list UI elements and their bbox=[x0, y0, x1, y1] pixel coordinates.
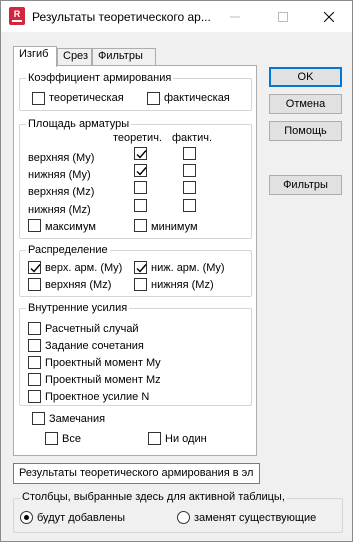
group-title: Коэффициент армирования bbox=[26, 72, 174, 84]
dist-bot-mz-label: нижняя (Mz) bbox=[151, 279, 214, 291]
area-bot-my-theor-checkbox[interactable] bbox=[134, 164, 147, 177]
tab-label: Изгиб bbox=[19, 48, 49, 60]
area-bot-mz-actual-checkbox[interactable] bbox=[183, 199, 196, 212]
tab-panel: Коэффициент армирования теоретическая фа… bbox=[13, 65, 257, 456]
design-moment-my-checkbox[interactable] bbox=[28, 356, 41, 369]
remarks-none-checkbox[interactable] bbox=[148, 432, 161, 445]
combination-label: Задание сочетания bbox=[45, 340, 144, 352]
replace-columns-label: заменят существующие bbox=[194, 512, 317, 524]
maximum-label: максимум bbox=[45, 221, 96, 233]
distribution-group: Распределение верх. арм. (My) ниж. арм. … bbox=[19, 244, 252, 297]
theoretical-checkbox[interactable] bbox=[32, 92, 45, 105]
filters-button[interactable]: Фильтры bbox=[269, 175, 342, 195]
minimum-label: минимум bbox=[151, 221, 198, 233]
reinf-coef-group: Коэффициент армирования теоретическая фа… bbox=[19, 72, 252, 111]
area-bot-my-actual-checkbox[interactable] bbox=[183, 164, 196, 177]
columns-group: Столбцы, выбранные здесь для активной та… bbox=[13, 491, 343, 533]
minimize-button[interactable] bbox=[212, 1, 258, 32]
minimize-icon bbox=[230, 16, 240, 17]
tab-filters[interactable]: Фильтры bbox=[92, 48, 156, 66]
maximum-checkbox[interactable] bbox=[28, 219, 41, 232]
cancel-button[interactable]: Отмена bbox=[269, 94, 342, 114]
group-title: Распределение bbox=[26, 244, 110, 256]
dist-bot-my-checkbox[interactable] bbox=[134, 261, 147, 274]
robot-app-icon: R bbox=[9, 7, 25, 25]
area-top-my-theor-checkbox[interactable] bbox=[134, 147, 147, 160]
tab-label: Фильтры bbox=[98, 50, 143, 62]
maximize-button[interactable] bbox=[260, 1, 306, 32]
title-bar: R Результаты теоретического ар... bbox=[1, 1, 352, 32]
theoretical-label: теоретическая bbox=[49, 92, 124, 104]
design-moment-mz-checkbox[interactable] bbox=[28, 373, 41, 386]
dist-top-my-checkbox[interactable] bbox=[28, 261, 41, 274]
design-moment-my-label: Проектный момент My bbox=[45, 357, 161, 369]
dist-top-my-label: верх. арм. (My) bbox=[45, 262, 123, 274]
group-title: Столбцы, выбранные здесь для активной та… bbox=[20, 491, 287, 503]
replace-columns-radio[interactable] bbox=[177, 511, 190, 524]
combination-checkbox[interactable] bbox=[28, 339, 41, 352]
design-case-label: Расчетный случай bbox=[45, 323, 139, 335]
area-row-label: верхняя (My) bbox=[28, 152, 95, 164]
area-top-my-actual-checkbox[interactable] bbox=[183, 147, 196, 160]
actual-checkbox[interactable] bbox=[147, 92, 160, 105]
area-top-mz-actual-checkbox[interactable] bbox=[183, 181, 196, 194]
remarks-all-label: Все bbox=[62, 433, 81, 445]
design-case-checkbox[interactable] bbox=[28, 322, 41, 335]
add-columns-label: будут добавлены bbox=[37, 512, 126, 524]
dist-top-mz-label: верхняя (Mz) bbox=[45, 279, 112, 291]
tab-shear[interactable]: Срез bbox=[57, 48, 92, 66]
help-button[interactable]: Помощь bbox=[269, 121, 342, 141]
design-force-n-checkbox[interactable] bbox=[28, 390, 41, 403]
area-bot-mz-theor-checkbox[interactable] bbox=[134, 199, 147, 212]
table-name-field[interactable]: Результаты теоретического армирования в … bbox=[13, 463, 260, 484]
internal-forces-group: Внутренние усилия Расчетный случай Задан… bbox=[19, 302, 252, 406]
dist-top-mz-checkbox[interactable] bbox=[28, 278, 41, 291]
remarks-none-label: Ни один bbox=[165, 433, 207, 445]
dialog-window: R Результаты теоретического ар... Изгиб … bbox=[0, 0, 353, 542]
maximize-icon bbox=[278, 11, 288, 22]
close-button[interactable] bbox=[306, 1, 352, 32]
reinf-area-group: Площадь арматуры теоретич. фактич. верхн… bbox=[19, 118, 252, 239]
tab-label: Срез bbox=[63, 50, 88, 62]
remarks-all-checkbox[interactable] bbox=[45, 432, 58, 445]
actual-label: фактическая bbox=[164, 92, 230, 104]
ok-button[interactable]: OK bbox=[269, 67, 342, 87]
design-force-n-label: Проектное усилие N bbox=[45, 391, 150, 403]
area-row-label: верхняя (Mz) bbox=[28, 186, 95, 198]
add-columns-radio[interactable] bbox=[20, 511, 33, 524]
col-actual-header: фактич. bbox=[172, 132, 213, 144]
remarks-label: Замечания bbox=[49, 413, 106, 425]
col-theoretical-header: теоретич. bbox=[113, 132, 162, 144]
dist-bot-mz-checkbox[interactable] bbox=[134, 278, 147, 291]
group-title: Внутренние усилия bbox=[26, 302, 130, 314]
svg-text:R: R bbox=[14, 9, 21, 19]
window-title: Результаты теоретического ар... bbox=[32, 10, 211, 24]
dist-bot-my-label: ниж. арм. (My) bbox=[151, 262, 225, 274]
close-icon bbox=[324, 11, 334, 22]
remarks-checkbox[interactable] bbox=[32, 412, 45, 425]
design-moment-mz-label: Проектный момент Mz bbox=[45, 374, 161, 386]
tab-bending[interactable]: Изгиб bbox=[13, 46, 57, 67]
area-row-label: нижняя (Mz) bbox=[28, 204, 91, 216]
group-title: Площадь арматуры bbox=[26, 118, 132, 130]
area-top-mz-theor-checkbox[interactable] bbox=[134, 181, 147, 194]
minimum-checkbox[interactable] bbox=[134, 219, 147, 232]
area-row-label: нижняя (My) bbox=[28, 169, 91, 181]
